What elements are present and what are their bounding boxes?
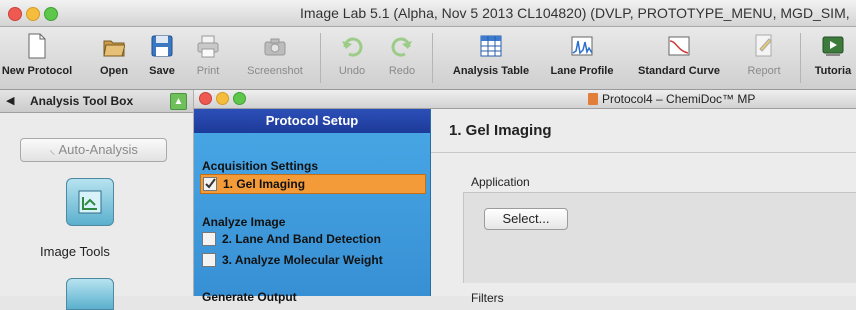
undo-button[interactable]: Undo	[330, 27, 374, 89]
screenshot-button[interactable]: Screenshot	[236, 27, 314, 89]
close-window-button[interactable]	[8, 7, 22, 21]
section-generate-output: Generate Output	[202, 290, 297, 304]
new-protocol-button[interactable]: New Protocol	[0, 27, 74, 89]
title-divider	[431, 152, 856, 153]
protocol-minimize-button[interactable]	[216, 92, 229, 105]
main-toolbar: New Protocol Open Save Print Screenshot …	[0, 27, 856, 90]
protocol-zoom-button[interactable]	[233, 92, 246, 105]
analysis-table-button[interactable]: Analysis Table	[444, 27, 538, 89]
document-icon	[588, 93, 598, 105]
page-title: 1. Gel Imaging	[449, 122, 552, 139]
folder-open-icon	[103, 40, 125, 57]
redo-arrow-icon	[391, 37, 412, 57]
analysis-toolbox-panel: ◀ Analysis Tool Box ▲ ⸜ Auto-Analysis Im…	[0, 90, 194, 310]
tutorial-icon	[822, 36, 844, 56]
section-acquisition-settings: Acquisition Settings	[202, 159, 319, 173]
filters-label: Filters	[471, 291, 504, 305]
image-tools-icon[interactable]	[66, 178, 114, 226]
report-icon	[755, 34, 772, 57]
report-button[interactable]: Report	[736, 27, 792, 89]
minimize-window-button[interactable]	[26, 7, 40, 21]
collapse-arrow-icon[interactable]: ◀	[6, 94, 14, 107]
protocol-setup-header: Protocol Setup	[194, 109, 430, 133]
lane-profile-button[interactable]: Lane Profile	[546, 27, 618, 89]
step-label: 1. Gel Imaging	[223, 177, 306, 191]
protocol-setup-sidebar: Protocol Setup Acquisition Settings 1. G…	[194, 109, 431, 304]
new-document-icon	[28, 33, 46, 59]
auto-analysis-button[interactable]: ⸜ Auto-Analysis	[20, 138, 167, 162]
protocol-setup-title: Protocol Setup	[265, 113, 359, 128]
application-group-box	[463, 192, 856, 283]
standard-curve-button[interactable]: Standard Curve	[632, 27, 726, 89]
toolbar-separator	[320, 33, 321, 83]
zoom-window-button[interactable]	[44, 7, 58, 21]
print-button[interactable]: Print	[186, 27, 230, 89]
protocol-content-pane: 1. Gel Imaging Application Select... Fil…	[431, 109, 856, 305]
save-button[interactable]: Save	[140, 27, 184, 89]
protocol-step-lane-band-detection[interactable]: 2. Lane And Band Detection	[200, 230, 424, 248]
step-checkbox[interactable]	[202, 232, 216, 246]
toolbar-separator	[800, 33, 801, 83]
select-application-button[interactable]: Select...	[484, 208, 568, 230]
step-checkbox[interactable]	[202, 253, 216, 267]
table-icon	[480, 35, 502, 57]
redo-button[interactable]: Redo	[380, 27, 424, 89]
lane-profile-icon	[571, 36, 593, 56]
step-checkbox-checked[interactable]	[203, 177, 217, 191]
toolbox-expand-icon[interactable]: ▲	[170, 93, 187, 110]
toolbox-header: ◀ Analysis Tool Box ▲	[0, 90, 193, 113]
application-label: Application	[471, 175, 530, 189]
auto-analysis-label: Auto-Analysis	[58, 142, 138, 157]
image-tools-label: Image Tools	[40, 244, 110, 259]
protocol-step-gel-imaging[interactable]: 1. Gel Imaging	[200, 174, 426, 194]
step-label: 3. Analyze Molecular Weight	[222, 253, 383, 267]
toolbar-separator	[432, 33, 433, 83]
standard-curve-icon	[668, 36, 690, 56]
open-button[interactable]: Open	[92, 27, 136, 89]
protocol-window-title-bar: Protocol4 – ChemiDoc™ MP	[194, 90, 856, 109]
app-title: Image Lab 5.1 (Alpha, Nov 5 2013 CL10482…	[300, 5, 850, 21]
step-label: 2. Lane And Band Detection	[222, 232, 381, 246]
printer-icon	[197, 35, 219, 58]
toolbox-title: Analysis Tool Box	[30, 94, 134, 108]
tutorial-button[interactable]: Tutoria	[810, 27, 856, 89]
floppy-disk-icon	[151, 35, 173, 57]
protocol-step-molecular-weight[interactable]: 3. Analyze Molecular Weight	[200, 251, 424, 269]
section-analyze-image: Analyze Image	[202, 215, 286, 229]
app-title-bar: Image Lab 5.1 (Alpha, Nov 5 2013 CL10482…	[0, 0, 856, 27]
undo-arrow-icon	[342, 37, 363, 57]
protocol-close-button[interactable]	[199, 92, 212, 105]
protocol-window-title: Protocol4 – ChemiDoc™ MP	[602, 92, 756, 106]
camera-icon	[264, 38, 286, 56]
tool-icon-partial[interactable]	[66, 278, 114, 310]
